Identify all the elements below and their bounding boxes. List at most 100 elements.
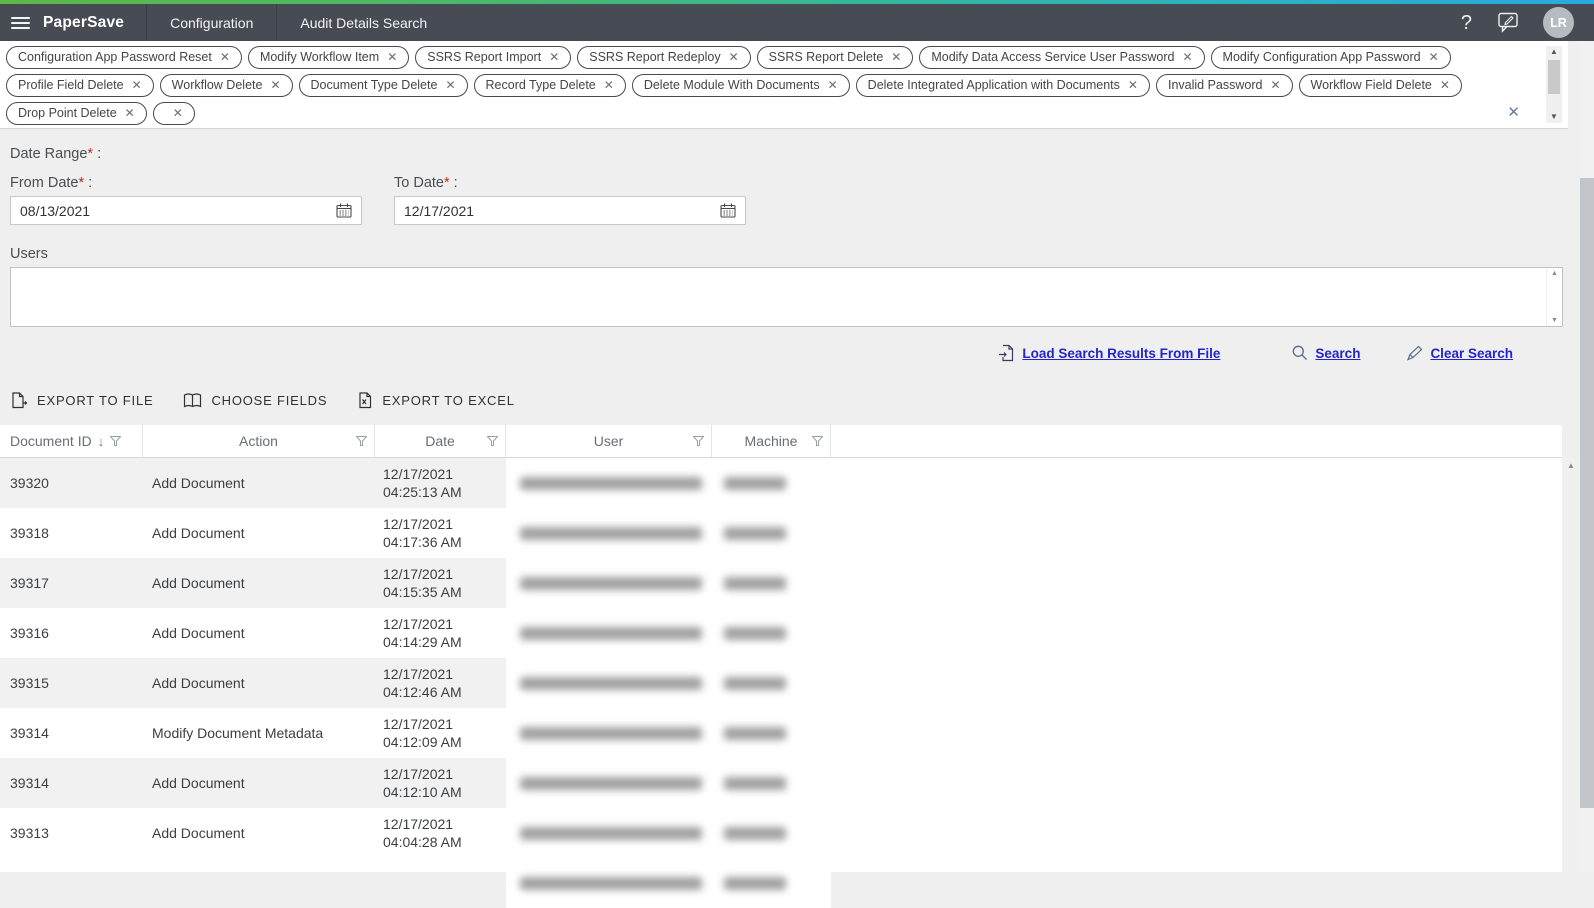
calendar-icon[interactable] <box>336 203 352 218</box>
hamburger-menu-icon[interactable] <box>11 17 30 29</box>
chips-scrollbar[interactable]: ▲ ▼ <box>1546 46 1562 123</box>
chip-remove-icon[interactable]: ✕ <box>729 50 739 64</box>
scrollbar-thumb[interactable] <box>1548 60 1560 94</box>
column-header-action[interactable]: Action <box>143 425 375 457</box>
chip-remove-icon[interactable]: ✕ <box>1128 78 1138 92</box>
load-search-results-link[interactable]: Load Search Results From File <box>1022 346 1220 361</box>
filter-funnel-icon[interactable] <box>110 436 121 446</box>
column-header-machine[interactable]: Machine <box>712 425 831 457</box>
scroll-down-icon[interactable]: ▼ <box>1551 317 1558 324</box>
scroll-down-icon[interactable]: ▼ <box>1550 111 1558 123</box>
page-scrollbar-thumb[interactable] <box>1580 178 1594 808</box>
filter-chip[interactable]: Modify Configuration App Password ✕ <box>1211 46 1451 69</box>
selected-actions-panel[interactable]: Configuration App Password Reset ✕ Modif… <box>0 41 1568 129</box>
table-row[interactable]: 39314 Add Document 12/17/2021 04:12:10 A… <box>0 758 831 808</box>
action-cell <box>143 858 375 908</box>
filter-chip[interactable]: Delete Integrated Application with Docum… <box>856 74 1150 97</box>
from-date-input[interactable] <box>20 203 336 219</box>
table-row[interactable]: 39320 Add Document 12/17/2021 04:25:13 A… <box>0 458 831 508</box>
filter-chip[interactable]: Modify Workflow Item ✕ <box>248 46 409 69</box>
clear-search-button[interactable]: Clear Search <box>1406 345 1513 361</box>
calendar-icon[interactable] <box>720 203 736 218</box>
sort-descending-icon[interactable]: ↓ <box>98 434 105 449</box>
clear-all-chips-icon[interactable]: ✕ <box>1507 103 1520 121</box>
chip-remove-icon[interactable]: ✕ <box>132 78 142 92</box>
tab-configuration[interactable]: Configuration <box>146 4 276 41</box>
column-header-document-id[interactable]: Document ID ↓ <box>0 425 143 457</box>
export-to-excel-button[interactable]: EXPORT TO EXCEL <box>357 392 514 409</box>
table-row[interactable]: 39316 Add Document 12/17/2021 04:14:29 A… <box>0 608 831 658</box>
filter-chip[interactable]: Record Type Delete ✕ <box>474 74 626 97</box>
chip-remove-icon[interactable]: ✕ <box>387 50 397 64</box>
chip-remove-icon[interactable]: ✕ <box>891 50 901 64</box>
scroll-up-icon[interactable]: ▲ <box>1550 46 1558 58</box>
filter-chip[interactable]: Modify Data Access Service User Password… <box>919 46 1204 69</box>
scroll-up-icon[interactable]: ▲ <box>1551 270 1558 277</box>
filter-funnel-icon[interactable] <box>812 436 823 446</box>
load-file-icon <box>998 344 1015 362</box>
grid-scrollbar[interactable]: ▲ <box>1562 458 1580 872</box>
filter-chip[interactable]: SSRS Report Import ✕ <box>415 46 571 69</box>
filter-chip[interactable]: Workflow Delete ✕ <box>160 74 293 97</box>
feedback-icon[interactable] <box>1496 12 1519 33</box>
chip-remove-icon[interactable]: ✕ <box>1182 50 1192 64</box>
choose-fields-label: CHOOSE FIELDS <box>211 393 327 408</box>
filter-chip[interactable]: ✕ <box>153 102 195 125</box>
load-search-results-button[interactable]: Load Search Results From File <box>998 344 1220 362</box>
filter-chip[interactable]: Delete Module With Documents ✕ <box>632 74 850 97</box>
filter-chip[interactable]: Workflow Field Delete ✕ <box>1299 74 1462 97</box>
filter-chip[interactable]: SSRS Report Delete ✕ <box>757 46 914 69</box>
filter-chip[interactable]: Drop Point Delete ✕ <box>6 102 147 125</box>
users-multiselect[interactable]: ▲ ▼ <box>10 267 1563 327</box>
filter-funnel-icon[interactable] <box>356 436 367 446</box>
document-id-cell: 39313 <box>0 808 143 858</box>
chip-remove-icon[interactable]: ✕ <box>220 50 230 64</box>
filter-chip[interactable]: Invalid Password ✕ <box>1156 74 1293 97</box>
to-date-input[interactable] <box>404 203 720 219</box>
chip-remove-icon[interactable]: ✕ <box>828 78 838 92</box>
filter-chip[interactable]: Document Type Delete ✕ <box>299 74 468 97</box>
filter-chip-label: Record Type Delete <box>486 78 596 92</box>
scroll-up-icon[interactable]: ▲ <box>1562 458 1580 474</box>
clear-search-link[interactable]: Clear Search <box>1430 346 1513 361</box>
help-icon[interactable]: ? <box>1461 13 1472 33</box>
user-value-redacted <box>520 777 702 790</box>
table-row[interactable] <box>0 858 831 908</box>
column-header-user[interactable]: User <box>506 425 712 457</box>
table-row[interactable]: 39318 Add Document 12/17/2021 04:17:36 A… <box>0 508 831 558</box>
chip-remove-icon[interactable]: ✕ <box>549 50 559 64</box>
user-cell <box>506 758 712 808</box>
export-to-file-button[interactable]: EXPORT TO FILE <box>10 392 153 409</box>
search-link[interactable]: Search <box>1315 346 1360 361</box>
chip-remove-icon[interactable]: ✕ <box>270 78 280 92</box>
chip-remove-icon[interactable]: ✕ <box>173 106 183 120</box>
filter-chip-label: Delete Integrated Application with Docum… <box>868 78 1120 92</box>
tab-audit-details-search[interactable]: Audit Details Search <box>276 4 450 41</box>
table-row[interactable]: 39314 Modify Document Metadata 12/17/202… <box>0 708 831 758</box>
chip-remove-icon[interactable]: ✕ <box>125 106 135 120</box>
table-row[interactable]: 39313 Add Document 12/17/2021 04:04:28 A… <box>0 808 831 858</box>
audit-results-grid: Document ID ↓ Action Date User <box>0 425 1562 872</box>
search-button[interactable]: Search <box>1292 345 1360 361</box>
users-scrollbar[interactable]: ▲ ▼ <box>1546 268 1562 326</box>
export-to-file-label: EXPORT TO FILE <box>37 393 153 408</box>
page-scrollbar[interactable] <box>1580 41 1594 872</box>
chip-remove-icon[interactable]: ✕ <box>604 78 614 92</box>
filter-chip[interactable]: Profile Field Delete ✕ <box>6 74 154 97</box>
document-id-cell: 39317 <box>0 558 143 608</box>
user-avatar[interactable]: LR <box>1543 7 1574 38</box>
date-cell: 12/17/2021 04:17:36 AM <box>375 508 506 558</box>
table-row[interactable]: 39315 Add Document 12/17/2021 04:12:46 A… <box>0 658 831 708</box>
choose-fields-button[interactable]: CHOOSE FIELDS <box>183 393 327 408</box>
filter-funnel-icon[interactable] <box>487 436 498 446</box>
chip-remove-icon[interactable]: ✕ <box>445 78 455 92</box>
chip-remove-icon[interactable]: ✕ <box>1270 78 1280 92</box>
chip-remove-icon[interactable]: ✕ <box>1429 50 1439 64</box>
user-cell <box>506 558 712 608</box>
filter-funnel-icon[interactable] <box>693 436 704 446</box>
table-row[interactable]: 39317 Add Document 12/17/2021 04:15:35 A… <box>0 558 831 608</box>
filter-chip[interactable]: Configuration App Password Reset ✕ <box>6 46 242 69</box>
filter-chip[interactable]: SSRS Report Redeploy ✕ <box>577 46 750 69</box>
column-header-date[interactable]: Date <box>375 425 506 457</box>
chip-remove-icon[interactable]: ✕ <box>1440 78 1450 92</box>
